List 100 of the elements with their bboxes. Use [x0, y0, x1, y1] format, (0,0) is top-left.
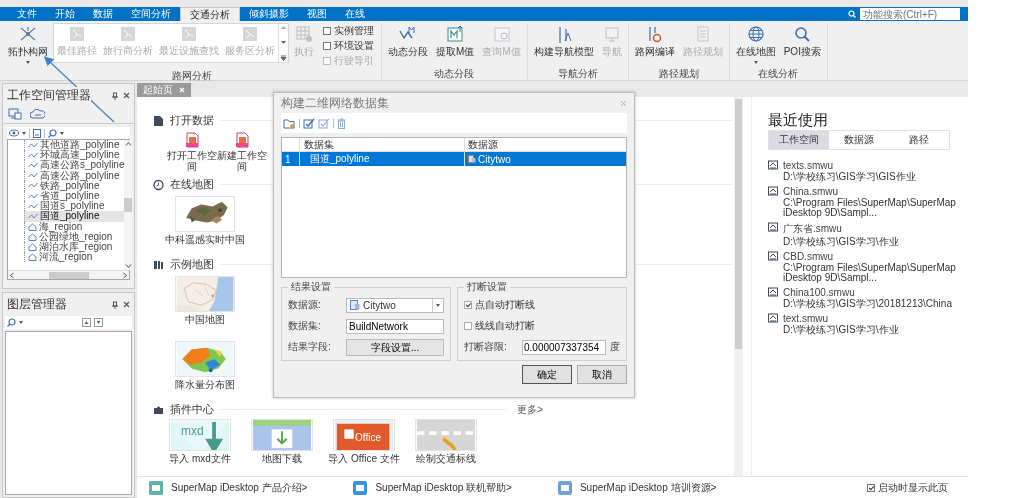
group-label: 在线分析 — [757, 67, 800, 80]
start-item[interactable]: 降水量分布图 — [160, 341, 250, 390]
unit-label: 度 — [610, 340, 620, 354]
search-icon[interactable] — [48, 128, 57, 138]
scroll-left-icon[interactable] — [10, 271, 14, 279]
move-up-icon[interactable] — [82, 318, 91, 327]
computer-icon[interactable] — [8, 108, 22, 120]
scrollbar[interactable] — [8, 270, 129, 279]
tree-item[interactable]: 国道_polyline — [24, 211, 125, 222]
start-item[interactable]: 中科遥感实时中国 — [160, 196, 250, 245]
file-name[interactable]: China.smwu — [783, 186, 960, 197]
start-item[interactable]: 打开工作空间 — [167, 132, 217, 172]
add-folder-icon[interactable] — [283, 117, 296, 129]
checkbox-label: 实例管理 — [334, 24, 374, 38]
footer-link[interactable]: SuperMap iDesktop 培训资源> — [557, 480, 717, 495]
file-name[interactable]: texts.smwu — [783, 160, 916, 171]
workspace-file-icon[interactable] — [768, 287, 778, 297]
app-icon — [557, 480, 572, 495]
expand-icon[interactable] — [280, 55, 287, 61]
start-item[interactable]: 绘制交通标线 — [406, 419, 486, 464]
close-icon[interactable] — [123, 301, 130, 308]
menu-tab[interactable]: 空间分析 — [122, 7, 180, 21]
checkbox[interactable] — [323, 42, 331, 50]
scroll-down-icon[interactable] — [125, 264, 132, 268]
ribbon-button[interactable]: 构建导航模型 — [530, 23, 597, 61]
path-icon — [181, 26, 197, 42]
scroll-right-icon[interactable] — [123, 271, 127, 279]
start-item[interactable]: 新建工作空间 — [217, 132, 267, 172]
checkbox[interactable] — [464, 301, 472, 309]
text-field[interactable]: 0.000007337354 — [522, 339, 606, 355]
check-invert-icon[interactable] — [318, 117, 330, 129]
menu-tab[interactable]: 视图 — [298, 7, 336, 21]
path-icon — [120, 26, 136, 42]
scroll-thumb[interactable] — [48, 271, 89, 279]
row-number: 1 — [284, 153, 292, 165]
tab[interactable]: 工作空间 — [769, 131, 829, 149]
group-title: 打断设置 — [466, 280, 508, 294]
move-down-icon[interactable] — [94, 318, 103, 327]
ribbon-button[interactable]: 路网编译 — [631, 23, 678, 61]
text-field[interactable]: BuildNetwork — [346, 318, 444, 334]
file-name[interactable]: China100.smwu — [783, 287, 952, 298]
start-item[interactable]: mxd 导入 mxd文件 — [160, 419, 240, 464]
checkbox[interactable] — [464, 322, 472, 330]
cloud-icon[interactable] — [30, 108, 45, 120]
dialog-title: 构建二维网络数据集 — [281, 94, 390, 112]
scrollbar[interactable] — [124, 140, 133, 270]
panel-title: 工作空间管理器 — [7, 87, 91, 104]
globe-icon — [745, 25, 766, 43]
pin-icon[interactable] — [112, 91, 118, 100]
workspace-file-icon[interactable] — [768, 251, 778, 261]
menu-tab[interactable]: 交通分析 — [180, 7, 240, 21]
workspace-file-icon[interactable] — [768, 186, 778, 196]
menu-tab[interactable]: 数据 — [84, 7, 122, 21]
ribbon-button[interactable]: 动态分段 — [385, 23, 431, 61]
start-item[interactable]: Office 导入 Office 文件 — [324, 419, 404, 464]
search-field[interactable]: 功能搜索(Ctrl+F) — [860, 8, 960, 20]
check-all-icon[interactable] — [303, 117, 315, 129]
table-row[interactable]: 1 国道_polyline Citytwo — [282, 152, 626, 166]
scroll-thumb[interactable] — [124, 198, 133, 212]
checkbox-label: 环境设置 — [334, 39, 374, 53]
scroll-up-icon[interactable] — [125, 142, 132, 146]
ribbon-button[interactable]: 提取M值 — [433, 23, 478, 61]
database-icon — [350, 300, 360, 310]
caret-icon — [436, 303, 440, 307]
file-name[interactable]: CBD.smwu — [783, 251, 960, 262]
scrollbar[interactable] — [734, 97, 743, 476]
menu-tab[interactable]: 文件 — [8, 7, 46, 21]
field-settings-button[interactable]: 字段设置... — [346, 338, 444, 356]
workspace-file-icon[interactable] — [768, 222, 778, 232]
file-name[interactable]: text.smwu — [783, 313, 899, 324]
close-icon[interactable] — [123, 92, 130, 99]
more-link[interactable]: 更多> — [513, 402, 733, 417]
pin-icon[interactable] — [112, 300, 118, 309]
workspace-file-icon[interactable] — [768, 160, 778, 170]
group-title: 结果设置 — [290, 280, 332, 294]
workspace-file-icon[interactable] — [768, 313, 778, 323]
scroll-down-icon[interactable] — [280, 40, 287, 45]
eye-icon[interactable] — [9, 129, 19, 137]
dialog-button[interactable]: 确定 — [522, 365, 572, 384]
checkbox[interactable] — [867, 483, 875, 492]
footer-link[interactable]: SuperMap iDesktop 产品介绍> — [149, 480, 308, 495]
file-path: D:\学校练习\GIS学习\20181213\China — [783, 299, 952, 309]
ribbon-button[interactable]: POI搜索 — [780, 23, 824, 61]
ribbon-button[interactable]: 在线地图 — [732, 23, 779, 66]
search-icon[interactable] — [7, 318, 16, 327]
document-icon[interactable] — [33, 128, 41, 138]
caret-icon — [19, 321, 23, 324]
start-item[interactable]: 地图下载 — [242, 419, 322, 464]
scroll-thumb[interactable] — [735, 99, 742, 349]
dropdown-field[interactable]: Citytwo — [346, 297, 444, 313]
footer-link[interactable]: SuperMap iDesktop 联机帮助> — [353, 480, 512, 495]
menu-tab[interactable]: 在线 — [336, 7, 374, 21]
ribbon-button[interactable]: 拓扑构网 — [5, 23, 51, 66]
checkbox[interactable] — [323, 27, 331, 35]
file-name[interactable]: 广东省.smwu — [783, 222, 899, 236]
group-label: 路网分析 — [170, 69, 213, 82]
menu-tab[interactable]: 倾斜摄影 — [240, 7, 298, 21]
start-item[interactable]: 中国地图 — [160, 276, 250, 325]
dialog-button[interactable]: 取消 — [577, 365, 627, 384]
menu-tab[interactable]: 开始 — [46, 7, 84, 21]
